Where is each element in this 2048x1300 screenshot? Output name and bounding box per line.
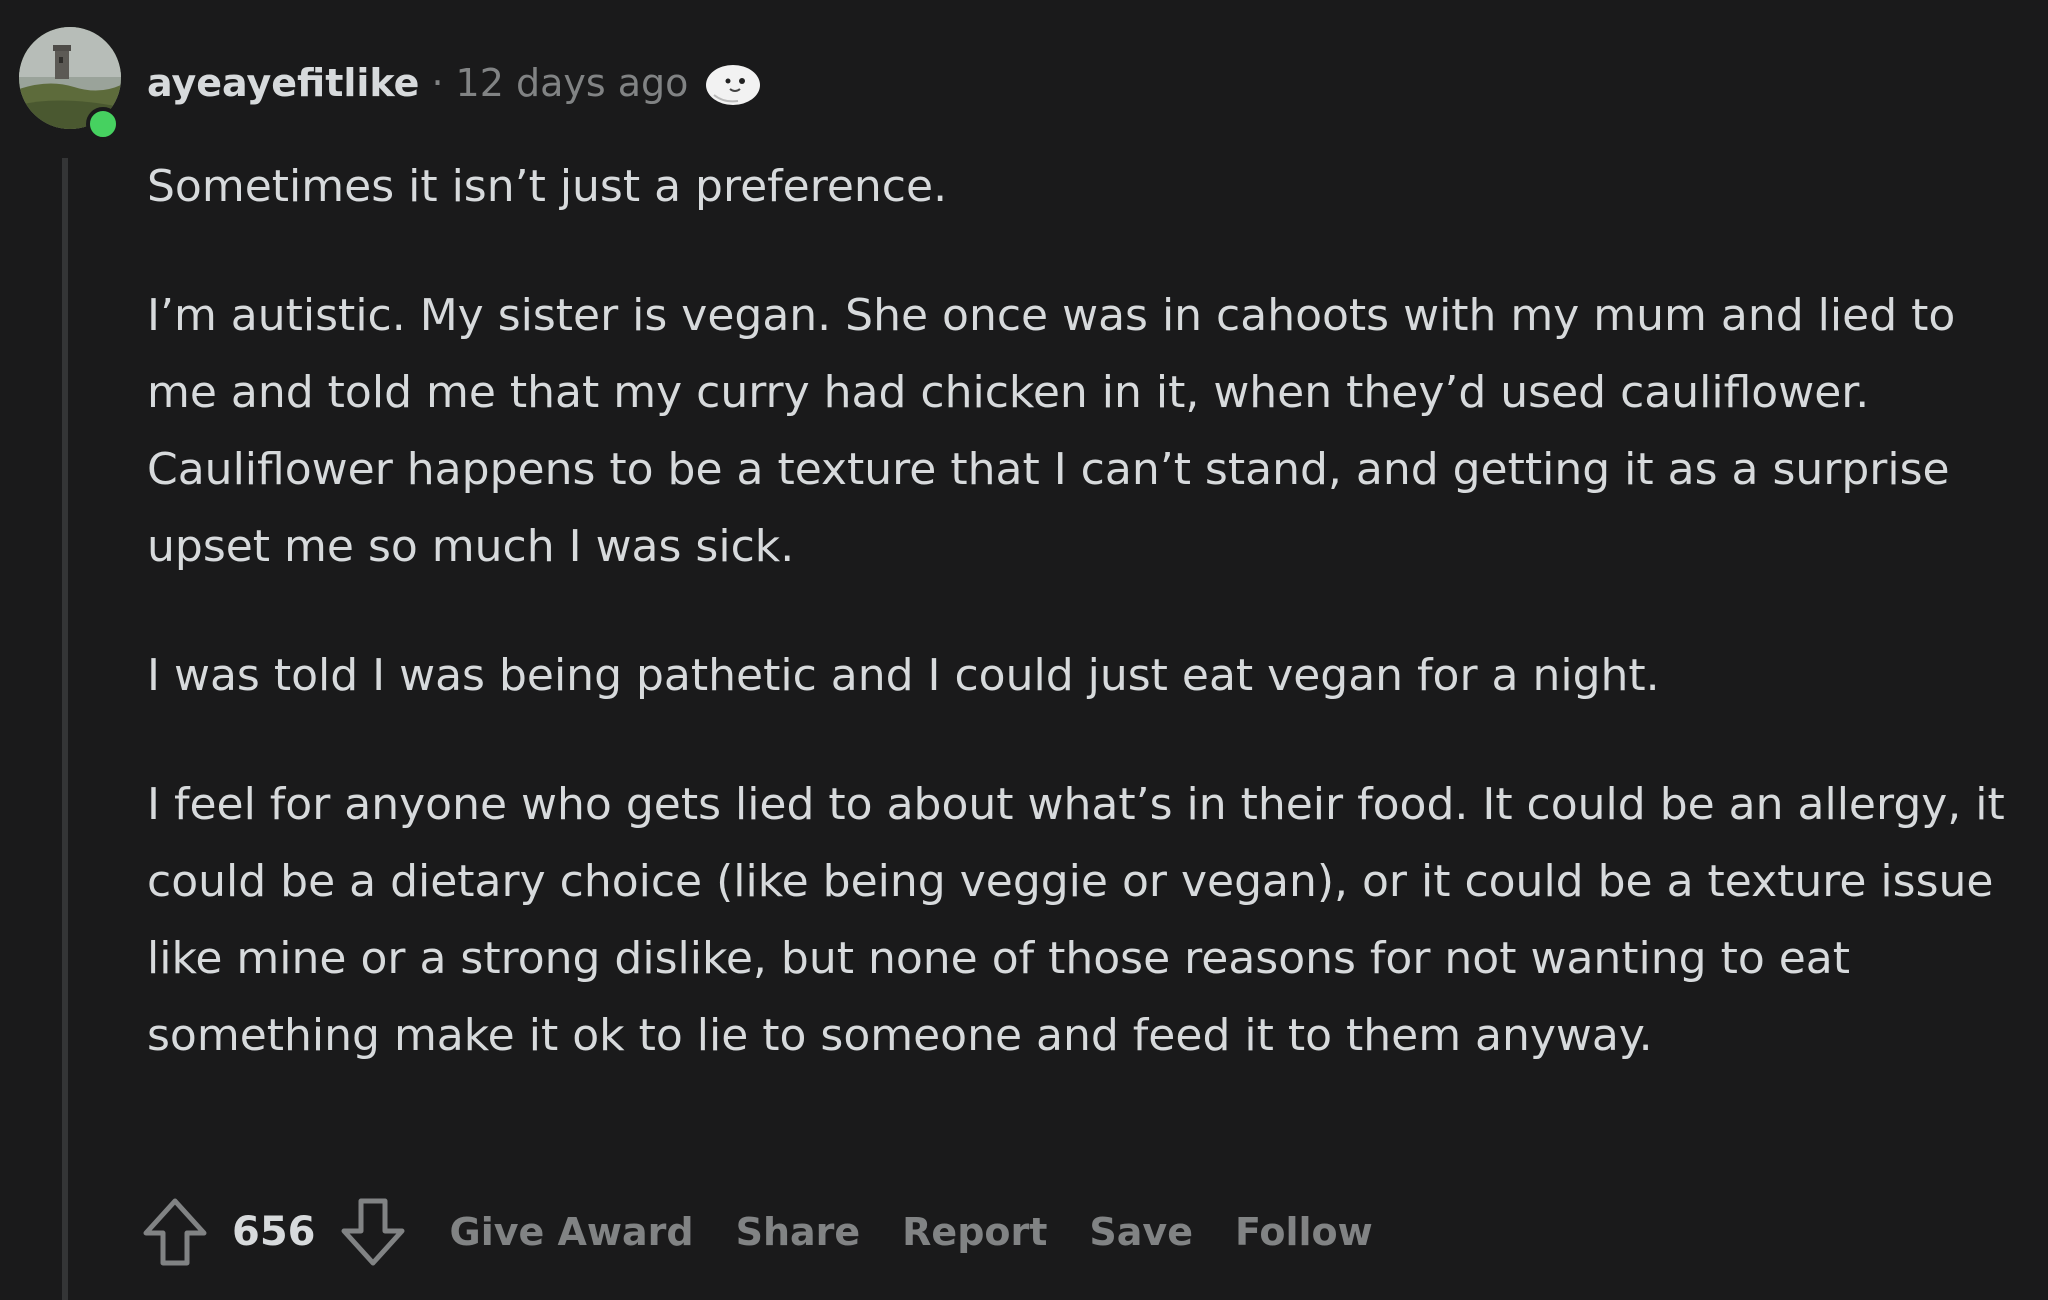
comment-paragraph: I was told I was being pathetic and I co… [147,650,1660,701]
report-button[interactable]: Report [902,1210,1047,1254]
comment-action-bar: 656 Give Award Share Report Save Follow [140,1192,1373,1272]
comment: ayeayefitlike · 12 days ago Sometimes it… [0,0,2048,1300]
comment-paragraph: Sometimes it isn’t just a preference. [147,161,948,212]
vote-score: 656 [232,1209,316,1255]
meta-separator: · [431,61,444,105]
timestamp[interactable]: 12 days ago [456,61,689,105]
seal-award-icon[interactable] [704,59,762,107]
upvote-arrow-icon[interactable] [140,1195,210,1269]
give-award-button[interactable]: Give Award [450,1210,694,1254]
save-button[interactable]: Save [1089,1210,1193,1254]
comment-paragraph: I feel for anyone who gets lied to about… [147,779,2005,1061]
comment-paragraph: I’m autistic. My sister is vegan. She on… [147,290,1956,572]
username-link[interactable]: ayeayefitlike [147,61,419,105]
comment-body: Sometimes it isn’t just a preference. I’… [147,148,2027,1126]
online-status-indicator [86,107,120,141]
share-button[interactable]: Share [736,1210,861,1254]
thread-collapse-line[interactable] [62,158,68,1300]
downvote-arrow-icon[interactable] [338,1195,408,1269]
comment-header: ayeayefitlike · 12 days ago [147,52,762,114]
follow-button[interactable]: Follow [1235,1210,1373,1254]
